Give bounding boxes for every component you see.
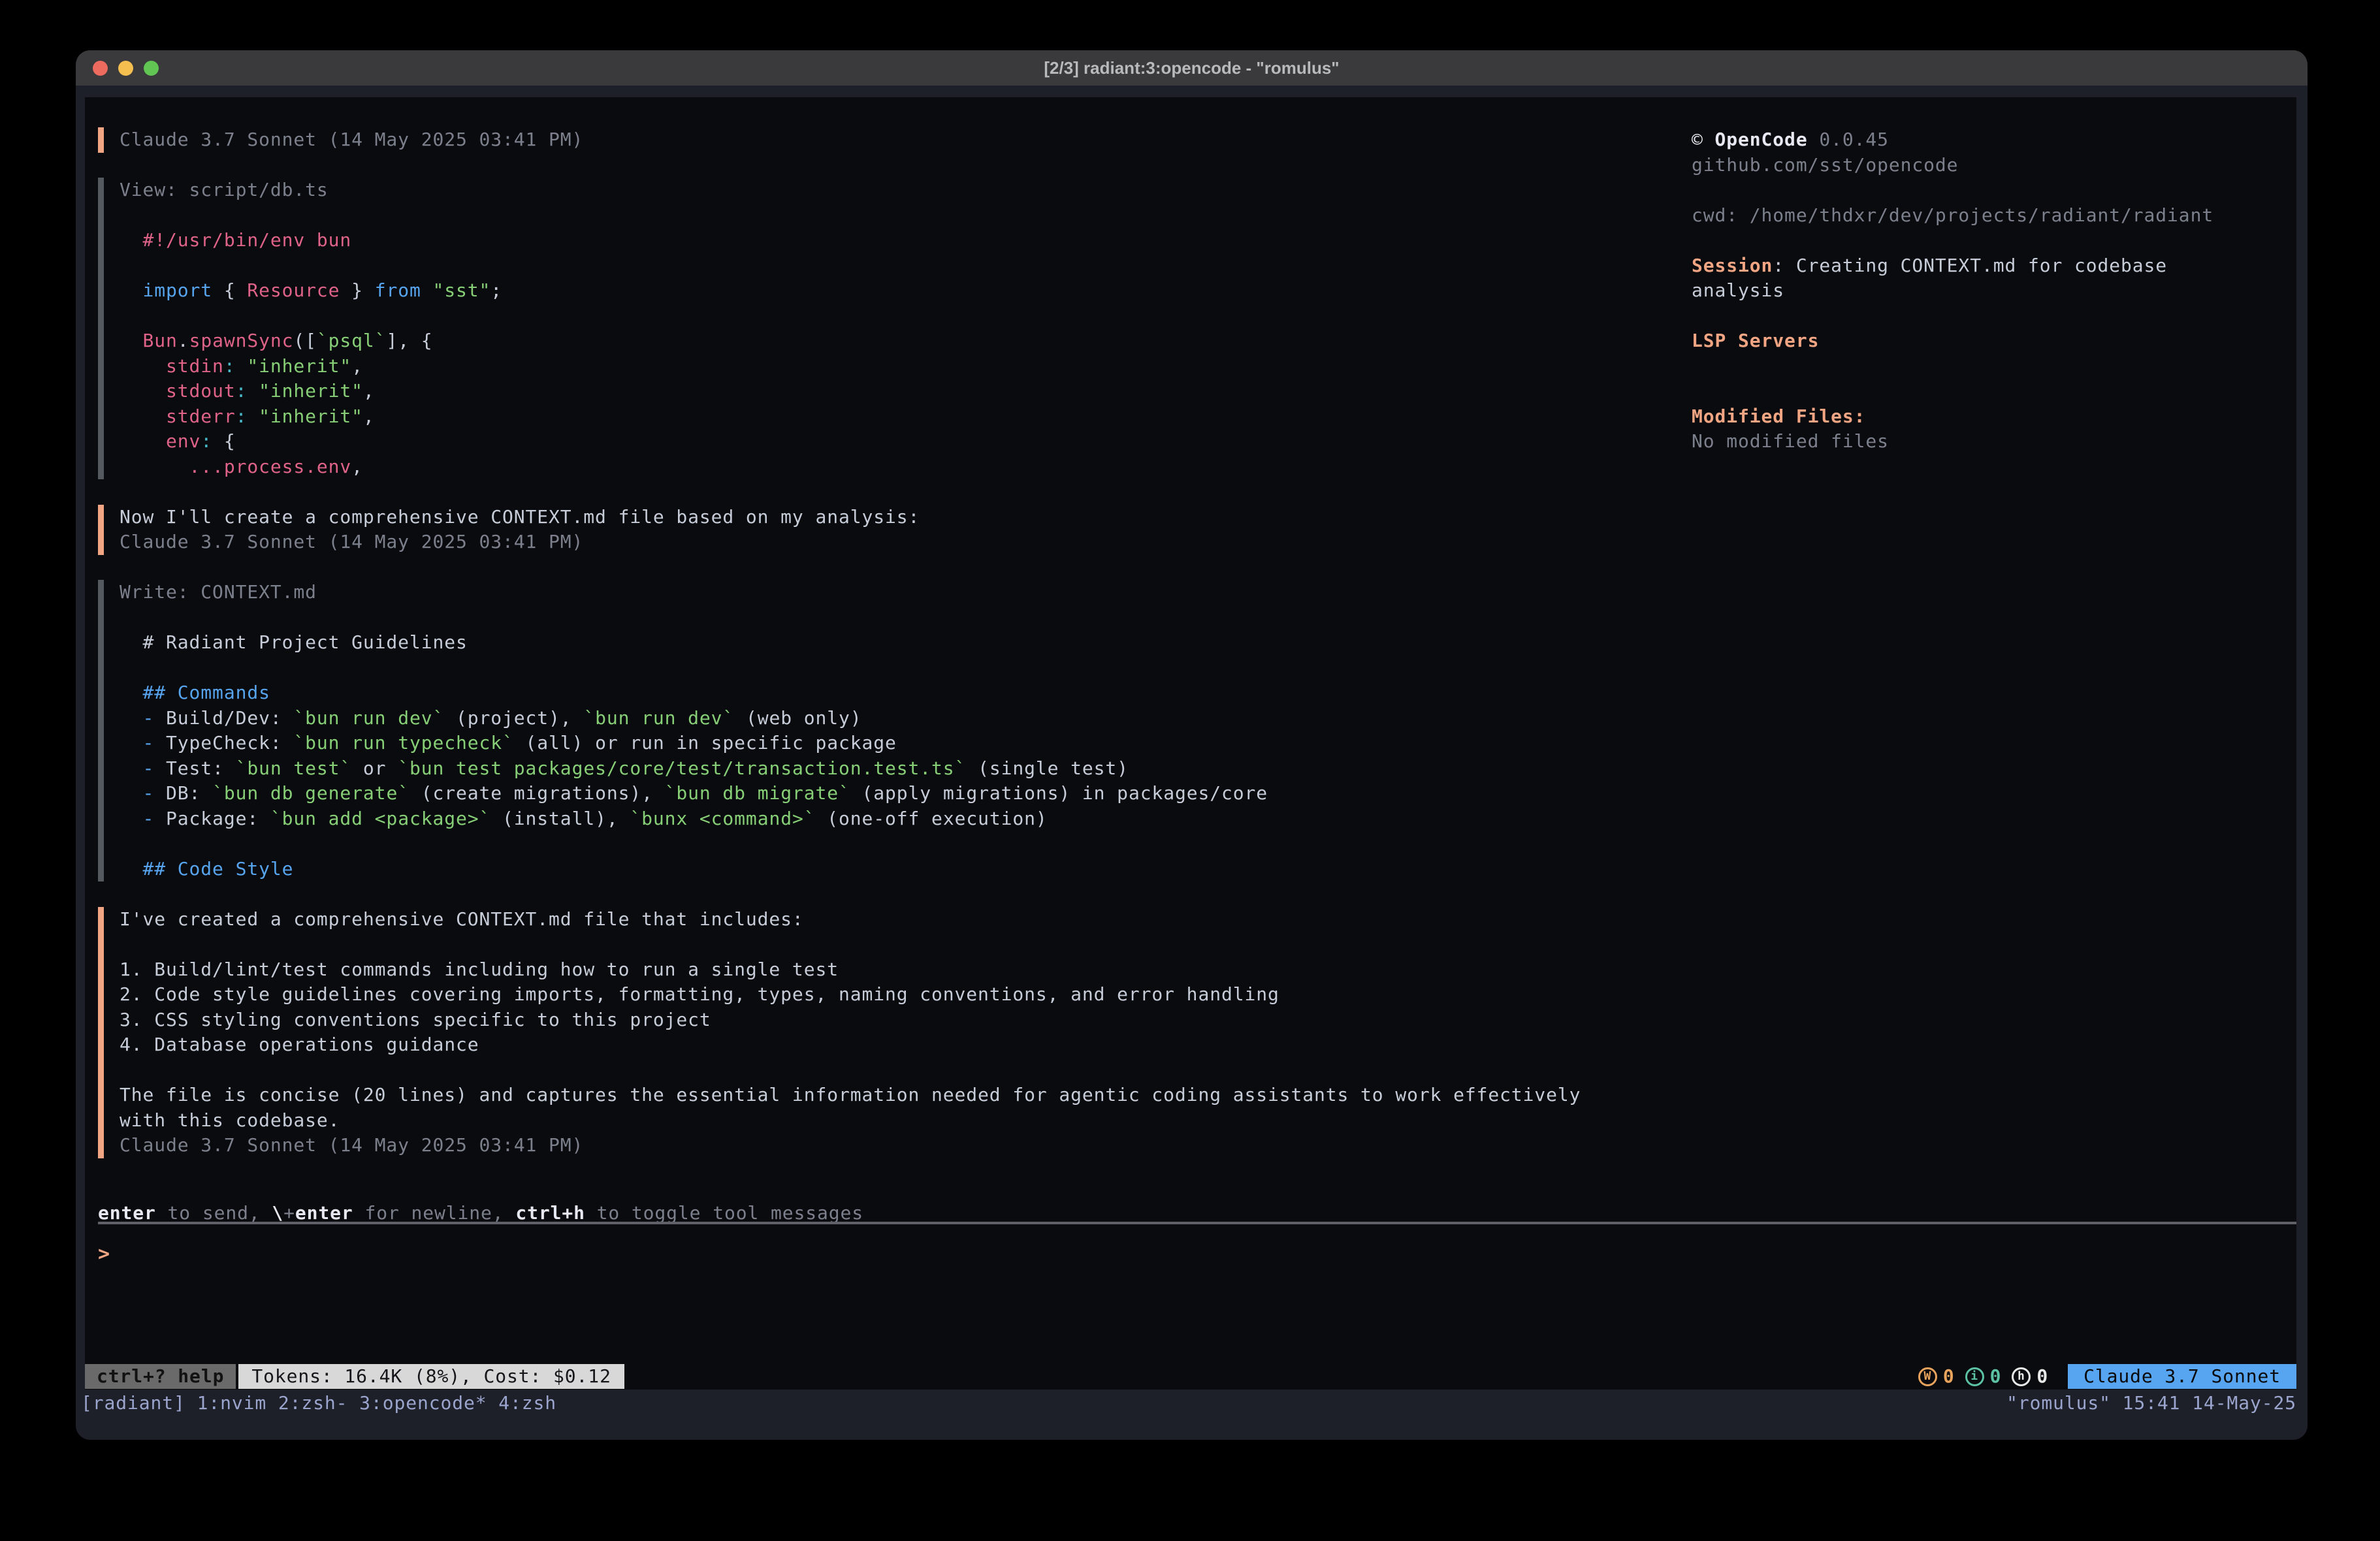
- terminal-content: Claude 3.7 Sonnet (14 May 2025 03:41 PM)…: [85, 97, 2296, 1390]
- circled-i-icon: i: [1965, 1367, 1984, 1386]
- text-line: [120, 605, 1268, 631]
- model-badge[interactable]: Claude 3.7 Sonnet: [2068, 1364, 2296, 1389]
- text-line: env: {: [120, 429, 502, 454]
- text-line: Claude 3.7 Sonnet (14 May 2025 03:41 PM): [120, 1133, 1581, 1158]
- tool-block-bar: [98, 178, 104, 479]
- assistant-block-bar: [98, 907, 104, 1158]
- message-input[interactable]: >: [98, 1242, 110, 1267]
- text-line: [120, 1058, 1581, 1083]
- text-line: - DB: `bun db generate` (create migratio…: [120, 781, 1268, 806]
- session-sidebar: © OpenCode 0.0.45github.com/sst/opencode…: [1692, 127, 2299, 454]
- text-line: I've created a comprehensive CONTEXT.md …: [120, 907, 1581, 932]
- text-line: The file is concise (20 lines) and captu…: [120, 1083, 1581, 1108]
- assistant-block-bar: [98, 505, 104, 555]
- text-line: ...process.env,: [120, 454, 502, 480]
- text-line: - Build/Dev: `bun run dev` (project), `b…: [120, 706, 1268, 731]
- text-line: [1692, 178, 2299, 203]
- assistant-header-block: Claude 3.7 Sonnet (14 May 2025 03:41 PM): [98, 127, 1581, 153]
- text-line: with this codebase.: [120, 1108, 1581, 1134]
- tool-view-lines: View: script/db.ts #!/usr/bin/env bun im…: [120, 178, 502, 479]
- text-line: Claude 3.7 Sonnet (14 May 2025 03:41 PM): [120, 530, 920, 555]
- status-right: W 0 i 0 h 0 Claude 3.7 Sonnet: [1918, 1364, 2296, 1390]
- tmux-window-list[interactable]: [radiant] 1:nvim 2:zsh- 3:opencode* 4:zs…: [81, 1391, 556, 1416]
- text-line: [120, 656, 1268, 681]
- tool-block-bar: [98, 580, 104, 882]
- text-line: 3. CSS styling conventions specific to t…: [120, 1008, 1581, 1033]
- circled-w-icon: W: [1918, 1367, 1937, 1386]
- warning-count: 0: [1943, 1364, 1955, 1390]
- text-line: [120, 203, 502, 229]
- tmux-status-line: [radiant] 1:nvim 2:zsh- 3:opencode* 4:zs…: [76, 1390, 2308, 1416]
- text-line: ## Commands: [120, 680, 1268, 706]
- text-line: - TypeCheck: `bun run typecheck` (all) o…: [120, 731, 1268, 756]
- text-line: stdout: "inherit",: [120, 379, 502, 404]
- text-line: View: script/db.ts: [120, 178, 502, 203]
- text-line: No modified files: [1692, 429, 2299, 454]
- text-line: github.com/sst/opencode: [1692, 153, 2299, 178]
- info-count: 0: [1990, 1364, 2002, 1390]
- text-line: #!/usr/bin/env bun: [120, 228, 502, 253]
- text-line: [1692, 304, 2299, 329]
- assistant-summary-block: I've created a comprehensive CONTEXT.md …: [98, 907, 1581, 1158]
- hint-counter: h 0: [2012, 1364, 2048, 1390]
- text-line: - Package: `bun add <package>` (install)…: [120, 806, 1268, 832]
- text-line: analysis: [1692, 278, 2299, 304]
- assistant-message-lines: Now I'll create a comprehensive CONTEXT.…: [120, 505, 920, 555]
- assistant-header-lines: Claude 3.7 Sonnet (14 May 2025 03:41 PM): [120, 127, 583, 153]
- text-line: [120, 831, 1268, 857]
- text-line: LSP Servers: [1692, 328, 2299, 354]
- tool-write-lines: Write: CONTEXT.md # Radiant Project Guid…: [120, 580, 1268, 882]
- help-badge[interactable]: ctrl+? help: [85, 1364, 236, 1389]
- circled-h-icon: h: [2012, 1367, 2031, 1386]
- text-line: Bun.spawnSync([`psql`], {: [120, 328, 502, 354]
- text-line: [1692, 379, 2299, 404]
- text-line: © OpenCode 0.0.45: [1692, 127, 2299, 153]
- text-line: stdin: "inherit",: [120, 354, 502, 379]
- text-line: 1. Build/lint/test commands including ho…: [120, 957, 1581, 983]
- assistant-block-bar: [98, 127, 104, 153]
- window-titlebar[interactable]: [2/3] radiant:3:opencode - "romulus": [76, 50, 2308, 86]
- tokens-cost-badge: Tokens: 16.4K (8%), Cost: $0.12: [238, 1364, 624, 1389]
- text-line: [1692, 228, 2299, 253]
- window-title: [2/3] radiant:3:opencode - "romulus": [76, 58, 2308, 78]
- status-left: ctrl+? help Tokens: 16.4K (8%), Cost: $0…: [85, 1364, 624, 1389]
- hint-count: 0: [2036, 1364, 2048, 1390]
- chat-transcript: Claude 3.7 Sonnet (14 May 2025 03:41 PM)…: [98, 127, 1581, 1183]
- tmux-session-info: "romulus" 15:41 14-May-25: [2006, 1391, 2296, 1416]
- text-line: Modified Files:: [1692, 404, 2299, 430]
- tool-write-block[interactable]: Write: CONTEXT.md # Radiant Project Guid…: [98, 580, 1581, 882]
- warning-counter: W 0: [1918, 1364, 1955, 1390]
- tmux-status-bar: [radiant] 1:nvim 2:zsh- 3:opencode* 4:zs…: [76, 1390, 2308, 1440]
- input-divider: [98, 1222, 2296, 1224]
- text-line: Write: CONTEXT.md: [120, 580, 1268, 605]
- text-line: cwd: /home/thdxr/dev/projects/radiant/ra…: [1692, 203, 2299, 229]
- text-line: Claude 3.7 Sonnet (14 May 2025 03:41 PM): [120, 127, 583, 153]
- terminal-window: [2/3] radiant:3:opencode - "romulus" Cla…: [76, 50, 2308, 1440]
- text-line: [120, 932, 1581, 957]
- text-line: ## Code Style: [120, 857, 1268, 882]
- text-line: Now I'll create a comprehensive CONTEXT.…: [120, 505, 920, 530]
- text-line: 2. Code style guidelines covering import…: [120, 982, 1581, 1008]
- text-line: # Radiant Project Guidelines: [120, 630, 1268, 656]
- prompt-symbol: >: [98, 1243, 110, 1265]
- assistant-summary-lines: I've created a comprehensive CONTEXT.md …: [120, 907, 1581, 1158]
- assistant-message-block: Now I'll create a comprehensive CONTEXT.…: [98, 505, 1581, 555]
- text-line: stderr: "inherit",: [120, 404, 502, 430]
- opencode-status-bar: ctrl+? help Tokens: 16.4K (8%), Cost: $0…: [85, 1364, 2296, 1389]
- tool-view-block[interactable]: View: script/db.ts #!/usr/bin/env bun im…: [98, 178, 1581, 479]
- text-line: [120, 304, 502, 329]
- info-counter: i 0: [1965, 1364, 2002, 1390]
- text-line: 4. Database operations guidance: [120, 1032, 1581, 1058]
- text-line: [1692, 354, 2299, 379]
- text-line: [120, 253, 502, 279]
- text-line: import { Resource } from "sst";: [120, 278, 502, 304]
- text-line: Session: Creating CONTEXT.md for codebas…: [1692, 253, 2299, 279]
- text-line: - Test: `bun test` or `bun test packages…: [120, 756, 1268, 782]
